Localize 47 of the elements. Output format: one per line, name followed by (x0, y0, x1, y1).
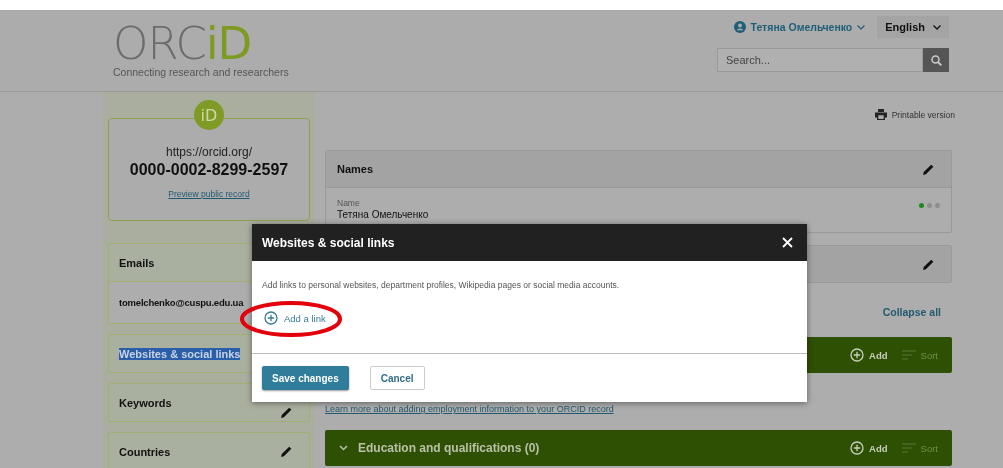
search-icon (930, 54, 942, 66)
pencil-icon[interactable] (922, 257, 935, 271)
visibility-dot[interactable] (919, 203, 924, 208)
user-avatar-icon (733, 21, 746, 33)
printer-icon (874, 109, 887, 120)
language-dropdown[interactable]: English (877, 16, 949, 38)
search-button[interactable] (923, 48, 949, 72)
section-title: Emails (119, 256, 155, 269)
printable-version-link[interactable]: Printable version (874, 109, 955, 120)
section-title: Websites & social links (119, 347, 241, 360)
dialog-title: Websites & social links (262, 235, 395, 250)
pencil-icon[interactable] (280, 445, 293, 458)
section-title: Countries (119, 445, 171, 458)
cancel-button[interactable]: Cancel (369, 366, 425, 390)
visibility-dot[interactable] (927, 203, 932, 208)
preview-record-link[interactable]: Preview public record (168, 189, 250, 199)
user-menu[interactable]: Тетяна Омельченко (733, 21, 866, 33)
field-value: Тетяна Омельченко (337, 209, 429, 220)
sort-button[interactable]: Sort (901, 442, 938, 454)
panel-title: Names (337, 163, 374, 175)
orcid-url: https://orcid.org/ (165, 145, 252, 159)
add-button[interactable]: Add (850, 348, 888, 362)
chevron-down-icon (857, 24, 866, 30)
section-title: Education and qualifications (0) (358, 441, 540, 455)
save-button[interactable]: Save changes (262, 366, 349, 390)
sort-icon (901, 350, 916, 360)
sort-button[interactable]: Sort (901, 349, 938, 361)
pencil-icon[interactable] (280, 406, 293, 419)
close-button[interactable] (782, 237, 793, 248)
orcid-badge-icon: iD (194, 100, 224, 130)
search-field[interactable]: Search... (717, 48, 923, 72)
plus-circle-icon (850, 441, 865, 455)
section-title: Keywords (119, 396, 172, 409)
learn-more-link[interactable]: Learn more about adding employment information to your ORCID record (325, 404, 614, 414)
plus-circle-icon (850, 348, 865, 362)
chevron-down-icon[interactable] (339, 445, 348, 451)
plus-circle-icon (264, 311, 278, 325)
pencil-icon[interactable] (922, 162, 935, 176)
add-button[interactable]: Add (850, 441, 888, 455)
collapse-all-link[interactable]: Collapse all (882, 306, 941, 318)
close-icon (782, 237, 793, 248)
sort-icon (901, 443, 916, 453)
field-label: Name (337, 198, 361, 208)
logo-tagline: Connecting research and researchers (113, 66, 289, 78)
chevron-down-icon (933, 24, 941, 30)
orcid-id: 0000-0002-8299-2597 (129, 161, 289, 179)
visibility-dot[interactable] (935, 203, 940, 208)
